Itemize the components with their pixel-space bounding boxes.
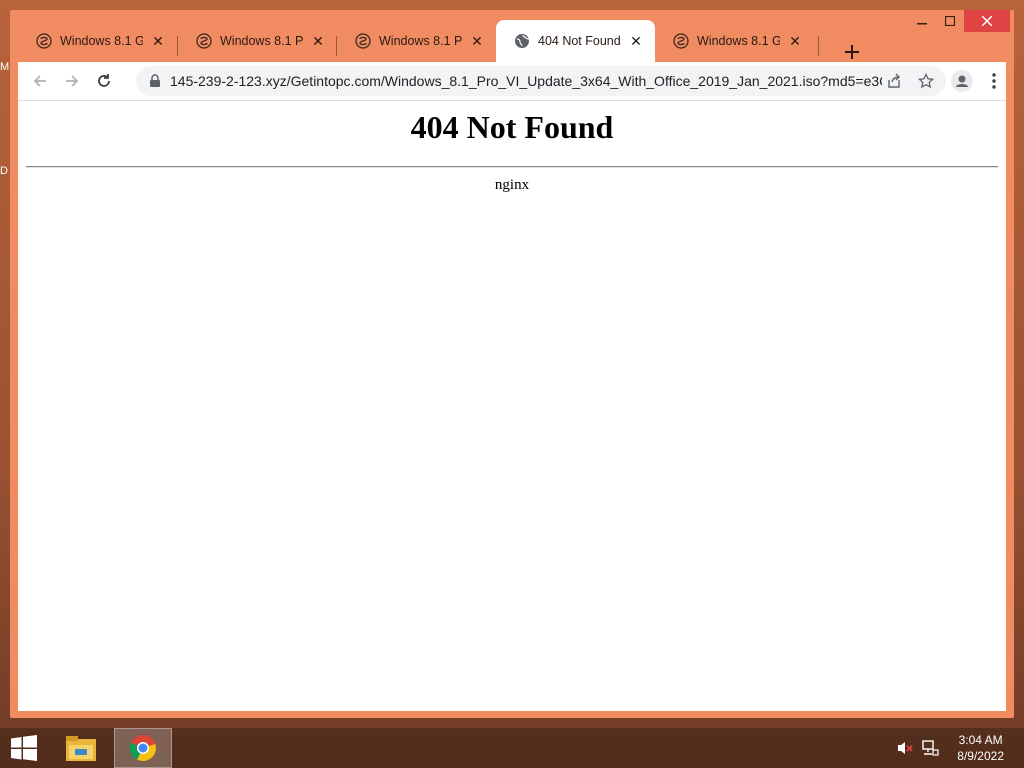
windows-logo-icon	[11, 735, 37, 761]
tab-title: 404 Not Found	[538, 34, 621, 48]
browser-tab[interactable]: Windows 8.1 Pro ✕	[178, 20, 337, 62]
site-logo-icon	[673, 33, 689, 49]
share-icon	[888, 73, 900, 88]
share-button[interactable]	[882, 69, 906, 93]
browser-toolbar: 145-239-2-123.xyz/Getintopc.com/Windows_…	[18, 62, 1006, 100]
divider	[26, 166, 998, 168]
tab-close-button[interactable]: ✕	[627, 32, 645, 50]
site-logo-icon	[36, 33, 52, 49]
back-button[interactable]	[28, 69, 52, 93]
address-bar[interactable]: 145-239-2-123.xyz/Getintopc.com/Windows_…	[136, 66, 946, 96]
menu-button[interactable]	[982, 69, 1006, 93]
profile-button[interactable]	[950, 69, 974, 93]
tab-close-button[interactable]: ✕	[309, 32, 327, 50]
browser-tab[interactable]: Windows 8.1 Gam ✕	[18, 20, 177, 62]
browser-tab[interactable]: Windows 8.1 Pro ✕	[337, 20, 496, 62]
star-icon	[918, 73, 934, 89]
reload-icon	[98, 74, 110, 87]
start-button[interactable]	[0, 728, 48, 768]
page-heading: 404 Not Found	[410, 109, 614, 145]
system-clock[interactable]: 3:04 AM 8/9/2022	[957, 732, 1004, 764]
close-window-button[interactable]	[964, 10, 1010, 32]
new-tab-button[interactable]	[840, 40, 864, 64]
browser-tab[interactable]: Windows 8.1 Gam ✕	[655, 20, 814, 62]
browser-tab-active[interactable]: 404 Not Found ✕	[496, 20, 655, 62]
close-icon	[982, 16, 992, 26]
kebab-menu-icon	[992, 73, 996, 89]
site-logo-icon	[355, 33, 371, 49]
network-icon[interactable]	[921, 739, 939, 757]
bookmark-button[interactable]	[914, 69, 938, 93]
tab-close-button[interactable]: ✕	[786, 32, 804, 50]
desktop-icon-label: D	[0, 165, 8, 177]
tab-close-button[interactable]: ✕	[468, 32, 486, 50]
site-logo-icon	[196, 33, 212, 49]
desktop-icon-label: M	[0, 61, 10, 73]
arrow-right-icon	[66, 75, 79, 87]
folder-icon	[66, 736, 96, 761]
tab-title: Windows 8.1 Gam	[697, 34, 780, 48]
avatar-icon	[951, 70, 973, 92]
url-text[interactable]: 145-239-2-123.xyz/Getintopc.com/Windows_…	[170, 73, 882, 89]
browser-window: Windows 8.1 Gam ✕ Windows 8.1 Pro ✕ Wind…	[10, 10, 1014, 718]
taskbar: 3:04 AM 8/9/2022	[0, 728, 1024, 768]
tab-strip: Windows 8.1 Gam ✕ Windows 8.1 Pro ✕ Wind…	[18, 20, 918, 62]
clock-date: 8/9/2022	[957, 749, 1004, 763]
tab-title: Windows 8.1 Gam	[60, 34, 143, 48]
maximize-button[interactable]	[936, 10, 964, 32]
tab-close-button[interactable]: ✕	[149, 32, 167, 50]
forward-button[interactable]	[60, 69, 84, 93]
arrow-left-icon	[33, 75, 46, 87]
chrome-taskbar-button[interactable]	[114, 728, 172, 768]
lock-icon	[150, 74, 160, 87]
tab-title: Windows 8.1 Pro	[220, 34, 303, 48]
maximize-icon	[945, 16, 955, 26]
server-name: nginx	[494, 177, 530, 193]
minimize-icon	[917, 23, 927, 25]
tab-separator	[818, 36, 819, 56]
page-content: 404 Not Found nginx	[18, 100, 1006, 711]
reload-button[interactable]	[92, 69, 116, 93]
file-explorer-button[interactable]	[56, 728, 106, 768]
clock-time: 3:04 AM	[958, 733, 1003, 747]
volume-muted-icon[interactable]	[896, 739, 914, 757]
chrome-icon	[129, 735, 156, 762]
plus-icon	[845, 45, 859, 59]
globe-icon	[515, 34, 530, 48]
tab-title: Windows 8.1 Pro	[379, 34, 462, 48]
